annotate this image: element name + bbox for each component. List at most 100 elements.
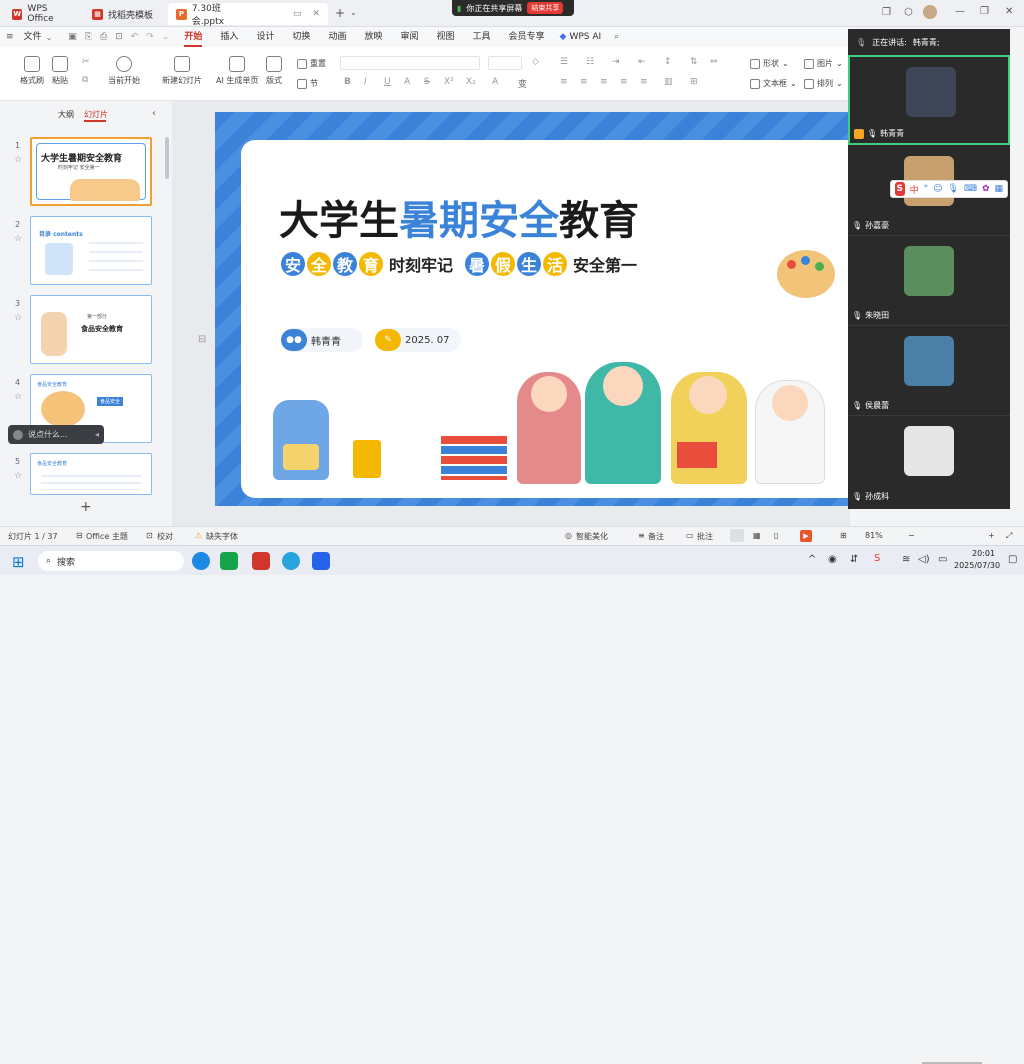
subscript-icon[interactable]: X₂ [466,77,476,87]
keyboard-icon[interactable]: ⌨ [964,184,977,194]
chevron-down-icon[interactable]: ⌄ [162,32,170,42]
theme-name[interactable]: Office 主题 [86,531,128,542]
redo-icon[interactable]: ↷ [146,32,154,42]
hamburger-icon[interactable]: ≡ [0,32,20,42]
app-icon[interactable] [312,552,330,570]
format-painter-button[interactable]: 格式刷 [20,56,44,86]
clock-date[interactable]: 2025/07/30 [954,561,1000,570]
star-icon[interactable]: ☆ [14,392,22,402]
proofing-button[interactable]: 校对 [157,531,173,542]
stop-share-button[interactable]: 结束共享 [527,2,564,14]
copy-icon[interactable]: ⧉ [82,75,88,85]
star-icon[interactable]: ☆ [14,471,22,481]
fit-icon[interactable]: ⊞ [840,531,847,540]
text-direction-icon[interactable]: ⇅ [690,57,698,67]
font-size-select[interactable] [488,56,522,70]
missing-font-button[interactable]: 缺失字体 [206,531,238,542]
reading-view-icon[interactable]: ▯ [774,531,778,540]
edge-icon[interactable] [192,552,210,570]
collapse-icon[interactable]: ‹ [152,108,156,119]
tencent-meeting-icon[interactable] [282,552,300,570]
menu-home[interactable]: 开始 [175,27,211,47]
tab-slides[interactable]: 幻灯片 [84,109,108,120]
picture-button[interactable]: 图片 ⌄ [804,58,843,69]
slide-thumbnail-2[interactable]: 目录 contents [30,216,152,285]
columns-icon[interactable]: ▥ [664,77,673,87]
save-icon[interactable]: ▣ [68,32,77,42]
indent-icon[interactable]: ⇥ [612,57,620,67]
comment-button[interactable]: 批注 [697,531,713,542]
zoom-out-icon[interactable]: − [908,531,915,540]
add-slide-button[interactable]: + [80,499,92,515]
char-spacing-icon[interactable]: A [492,77,498,87]
align-left-icon[interactable]: ≡ [560,77,568,87]
close-tab-icon[interactable]: ✕ [312,9,320,19]
align-right-icon[interactable]: ≡ [600,77,608,87]
cut-icon[interactable]: ✂ [82,57,90,67]
export-icon[interactable]: ⎘ [85,32,92,42]
menu-transition[interactable]: 切换 [283,27,319,47]
font-color-icon[interactable]: A [404,77,410,87]
menu-review[interactable]: 审阅 [391,27,427,47]
outdent-icon[interactable]: ⇤ [638,57,646,67]
slide-thumbnail-1[interactable]: 大学生暑期安全教育 时刻牢记 安全第一 [30,137,152,206]
menu-file[interactable]: 文件 [20,27,46,47]
line-spacing-icon[interactable]: ↕ [664,57,672,67]
normal-view-icon[interactable] [730,529,744,542]
play-slideshow-icon[interactable]: ▶ [800,530,812,542]
location-icon[interactable]: ◉ [828,554,837,565]
slide-canvas[interactable]: 大学生暑期安全教育 安 全 教 育 时刻牢记 暑 假 生 活 安全第一 ●● 韩… [215,112,855,506]
text-align-icon[interactable]: ⇔ [710,57,718,67]
scrollbar[interactable] [165,137,169,179]
participant-tile-4[interactable]: 🎙︎ 侯晨蕾 [848,326,1010,416]
beautify-button[interactable]: 智能美化 [576,531,608,542]
star-icon[interactable]: ☆ [14,155,22,165]
ai-slide-button[interactable]: AI 生成单页 [216,56,258,86]
minimize-icon[interactable]: — [955,6,965,17]
cube-icon[interactable]: ⬡ [904,7,913,18]
font-family-select[interactable] [340,56,480,70]
section-button[interactable]: 节 [297,78,318,89]
battery-icon[interactable]: ▭ [938,554,947,565]
sogou-tray-icon[interactable]: S [874,553,880,564]
participant-tile-5[interactable]: 🎙︎ 孙成科 [848,416,1010,506]
shape-button[interactable]: 形状 ⌄ [750,58,789,69]
distribute-icon[interactable]: ≡ [640,77,648,87]
new-slide-button[interactable]: 新建幻灯片 [162,56,202,86]
undo-icon[interactable]: ↶ [131,32,139,42]
window-icon[interactable]: ❐ [882,7,891,18]
ime-toolbar[interactable]: S 中 ° ☺ 🎙︎ ⌨ ✿ ▦ [890,180,1008,198]
clock-time[interactable]: 20:01 [972,549,995,558]
sogou-icon[interactable]: S [895,182,905,196]
pinyin-icon[interactable]: 变 [518,77,527,90]
menu-animation[interactable]: 动画 [319,27,355,47]
numbered-list-icon[interactable]: ☷ [586,57,594,67]
menu-wps-ai[interactable]: WPS AI [566,27,610,47]
arrange-button[interactable]: 排列 ⌄ [804,78,843,89]
convert-smartart-icon[interactable]: ⊞ [690,77,698,87]
wifi-icon[interactable]: ≋ [902,554,910,565]
menu-member[interactable]: 会员专享 [500,27,554,47]
notes-toggle-icon[interactable]: ⊟ [198,334,206,345]
grid-icon[interactable]: ▦ [994,184,1003,194]
collapse-icon[interactable]: ◂ [95,430,99,439]
restore-icon[interactable]: ❐ [980,6,989,17]
notification-icon[interactable]: ▢ [1008,554,1017,565]
menu-slideshow[interactable]: 放映 [355,27,391,47]
clear-format-icon[interactable]: ◇ [532,57,539,67]
zoom-in-icon[interactable]: + [988,531,995,540]
reset-button[interactable]: 重置 [297,58,326,69]
align-center-icon[interactable]: ≡ [580,77,588,87]
menu-tools[interactable]: 工具 [464,27,500,47]
avatar[interactable] [923,5,937,19]
chat-bubble[interactable]: 说点什么... ◂ [8,425,104,444]
underline-icon[interactable]: U [384,77,391,87]
new-tab-icon[interactable]: + [335,6,345,20]
print-icon[interactable]: ⎙ [100,32,107,42]
star-icon[interactable]: ☆ [14,313,22,323]
notes-button[interactable]: 备注 [648,531,664,542]
zoom-level[interactable]: 81% [865,531,883,540]
participant-tile-1[interactable]: 🎙︎ 韩青青 [848,55,1010,145]
bullet-list-icon[interactable]: ☰ [560,57,568,67]
menu-design[interactable]: 设计 [247,27,283,47]
